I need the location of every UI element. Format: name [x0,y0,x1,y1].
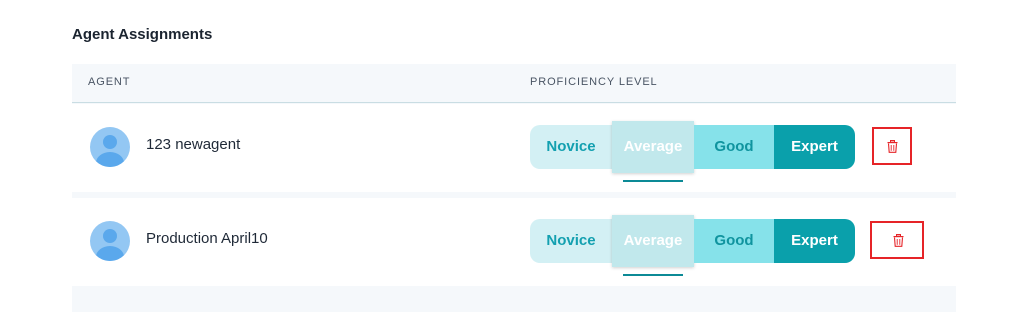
trash-icon [893,234,904,247]
proficiency-selector: Novice Average Good Expert [530,121,855,182]
level-expert-button[interactable]: Expert [774,125,855,169]
proficiency-selector: Novice Average Good Expert [530,215,855,276]
agent-assignments-table: AGENT PROFICIENCY LEVEL 123 newagent Nov… [72,64,956,312]
level-good-button[interactable]: Good [694,219,774,263]
user-avatar-icon [90,127,130,167]
column-header-proficiency: PROFICIENCY LEVEL [530,76,658,88]
table-header: AGENT PROFICIENCY LEVEL [72,64,956,103]
level-expert-button[interactable]: Expert [774,219,855,263]
column-header-agent: AGENT [88,76,131,88]
level-novice-button[interactable]: Novice [530,125,612,169]
selected-level-indicator [623,180,683,182]
selected-level-indicator [623,274,683,276]
table-row: 123 newagent Novice Average Good Expert [72,104,956,192]
delete-agent-button[interactable] [870,221,924,259]
section-title: Agent Assignments [72,26,213,43]
level-average-button[interactable]: Average [612,215,694,267]
user-avatar-icon [90,221,130,261]
table-row: Production April10 Novice Average Good E… [72,198,956,286]
trash-icon [887,140,898,153]
agent-name: Production April10 [146,230,268,247]
level-good-button[interactable]: Good [694,125,774,169]
level-novice-button[interactable]: Novice [530,219,612,263]
agent-name: 123 newagent [146,136,241,153]
delete-agent-button[interactable] [872,127,912,165]
level-average-button[interactable]: Average [612,121,694,173]
